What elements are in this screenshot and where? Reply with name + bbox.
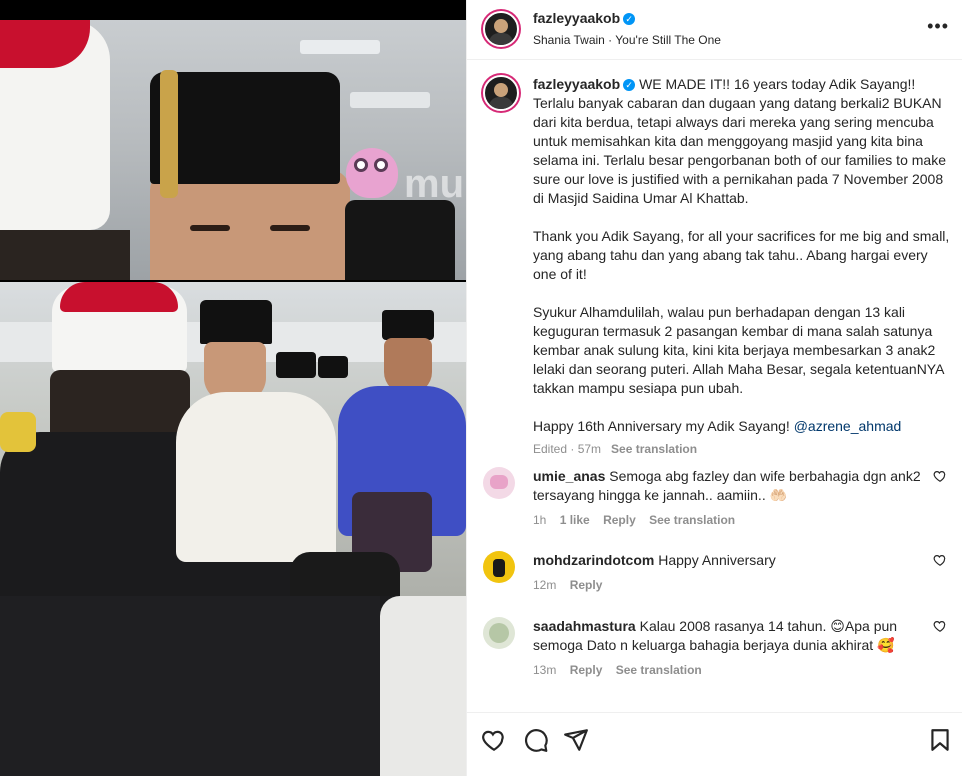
author-block: fazleyyaakob ✓ Shania Twain · You're Stil… — [533, 10, 721, 47]
comment-likes[interactable]: 1 like — [560, 513, 590, 527]
caption-edited-time: Edited · 57m — [533, 442, 602, 456]
comment-like-heart-icon[interactable] — [933, 553, 947, 567]
caption-avatar[interactable] — [483, 75, 519, 111]
watermark-text: murai — [404, 162, 466, 206]
comment-reply-button[interactable]: Reply — [570, 663, 603, 677]
commenter-avatar[interactable] — [483, 467, 515, 499]
comment-time: 1h — [533, 513, 547, 527]
post-header: fazleyyaakob ✓ Shania Twain · You're Stil… — [467, 0, 962, 60]
comment-meta: 13m Reply See translation — [533, 661, 923, 680]
share-icon[interactable] — [563, 727, 589, 753]
bookmark-icon[interactable] — [927, 727, 953, 753]
more-icon[interactable]: ••• — [927, 16, 949, 37]
audio-track[interactable]: Shania Twain · You're Still The One — [533, 33, 721, 47]
comment-body: mohdzarindotcom Happy Anniversary 12m Re… — [533, 551, 923, 595]
media-top-bar — [0, 0, 466, 20]
post-sidebar: fazleyyaakob ✓ Shania Twain · You're Stil… — [466, 0, 962, 776]
photo-closeup: murai — [0, 20, 466, 280]
caption-mention[interactable]: @azrene_ahmad — [794, 418, 902, 434]
post-actions — [467, 712, 962, 776]
caption-text: fazleyyaakob ✓ WE MADE IT!! 16 years toda… — [533, 75, 951, 459]
caption-username[interactable]: fazleyyaakob — [533, 76, 620, 92]
author-avatar[interactable] — [483, 11, 519, 47]
comment-username[interactable]: saadahmastura — [533, 618, 636, 634]
caption-body: WE MADE IT!! 16 years today Adik Sayang!… — [533, 76, 950, 434]
caption-see-translation[interactable]: See translation — [611, 442, 697, 456]
comment-username[interactable]: mohdzarindotcom — [533, 552, 654, 568]
commenter-avatar[interactable] — [483, 617, 515, 649]
comment-icon[interactable] — [523, 727, 549, 753]
verified-icon: ✓ — [623, 79, 636, 92]
caption-meta: Edited · 57m See translation — [533, 440, 951, 459]
watermark-logo: murai — [340, 140, 466, 220]
comment-like-heart-icon[interactable] — [933, 619, 947, 633]
comment-body: saadahmastura Kalau 2008 rasanya 14 tahu… — [533, 617, 923, 680]
comment-body: umie_anas Semoga abg fazley dan wife ber… — [533, 467, 923, 530]
comment-meta: 1h 1 like Reply See translation — [533, 511, 923, 530]
comment-see-translation[interactable]: See translation — [616, 663, 702, 677]
comment-username[interactable]: umie_anas — [533, 468, 605, 484]
verified-icon: ✓ — [623, 12, 636, 25]
comment-see-translation[interactable]: See translation — [649, 513, 735, 527]
comment-like-heart-icon[interactable] — [933, 469, 947, 483]
comment-time: 12m — [533, 578, 557, 592]
commenter-avatar[interactable] — [483, 551, 515, 583]
comment-reply-button[interactable]: Reply — [603, 513, 636, 527]
comment-reply-button[interactable]: Reply — [570, 578, 603, 592]
photo-ceremony — [0, 282, 466, 596]
comment-text: Happy Anniversary — [658, 552, 776, 568]
author-username[interactable]: fazleyyaakob — [533, 10, 620, 26]
post-media[interactable]: murai — [0, 0, 466, 776]
comment-time: 13m — [533, 663, 557, 677]
photo-bottom — [0, 596, 466, 776]
comments-scroll[interactable]: fazleyyaakob ✓ WE MADE IT!! 16 years toda… — [467, 61, 962, 711]
heart-icon[interactable] — [481, 727, 507, 753]
comment-meta: 12m Reply — [533, 576, 923, 595]
